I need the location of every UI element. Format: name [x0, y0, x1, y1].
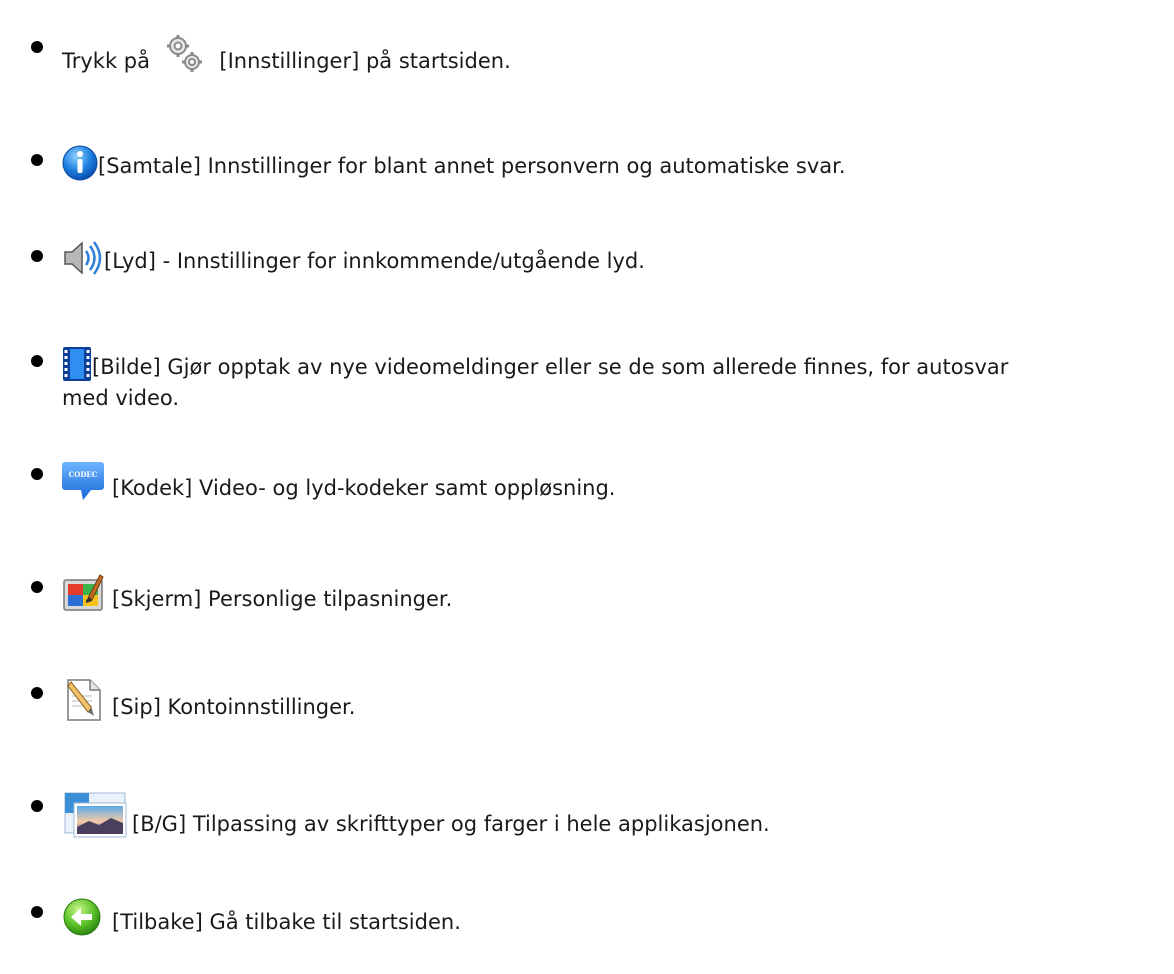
- info-icon: [62, 145, 98, 181]
- film-icon: [62, 346, 92, 382]
- back-arrow-icon: [62, 897, 104, 937]
- item-text: [Tilbake] Gå tilbake til startsiden.: [112, 910, 461, 934]
- bullet: [31, 468, 43, 480]
- picture-icon: [62, 791, 132, 839]
- speaker-icon: [62, 240, 104, 276]
- item-text: [Kodek] Video- og lyd-kodeker samt opplø…: [112, 476, 616, 500]
- bullet: [31, 687, 43, 699]
- item-text-continued: med video.: [62, 386, 180, 410]
- bullet: [31, 800, 43, 812]
- item-text: [Lyd] - Innstillinger for innkommende/ut…: [104, 249, 645, 273]
- item-text: [B/G] Tilpassing av skrifttyper og farge…: [132, 812, 770, 836]
- bullet: [31, 41, 43, 53]
- item-text: [Innstillinger] på startsiden.: [219, 49, 511, 73]
- bullet: [31, 355, 43, 367]
- codec-icon-label: CODEC: [69, 470, 98, 479]
- item-text: [Samtale] Innstillinger for blant annet …: [98, 154, 846, 178]
- document-pencil-icon: [62, 678, 104, 722]
- bullet: [31, 906, 43, 918]
- bullet: [31, 154, 43, 166]
- codec-icon: CODEC: [62, 459, 104, 503]
- gears-icon: [163, 32, 207, 76]
- bullet: [31, 581, 43, 593]
- bullet: [31, 250, 43, 262]
- item-text: [Bilde] Gjør opptak av nye videomeldinge…: [92, 355, 1009, 379]
- display-paint-icon: [62, 572, 104, 614]
- item-text-before: Trykk på: [62, 49, 150, 73]
- item-text: [Skjerm] Personlige tilpasninger.: [112, 587, 453, 611]
- item-text: [Sip] Kontoinnstillinger.: [112, 695, 356, 719]
